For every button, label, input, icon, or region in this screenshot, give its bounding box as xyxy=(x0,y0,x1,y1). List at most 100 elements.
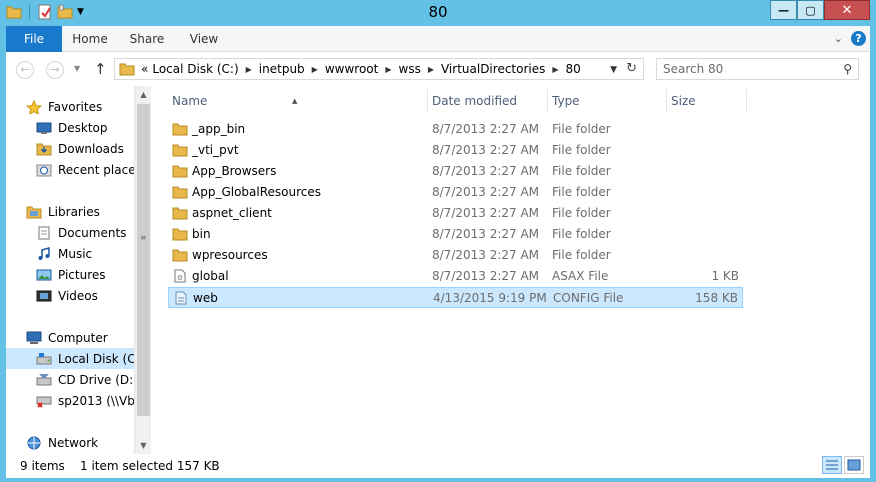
breadcrumb-arrow-icon[interactable]: ▶ xyxy=(385,65,391,74)
nav-item-local-disk-c[interactable]: Local Disk (C:) xyxy=(6,348,134,369)
large-icons-view-button[interactable] xyxy=(844,456,864,474)
file-name: aspnet_client xyxy=(192,206,272,220)
details-view-button[interactable] xyxy=(822,456,842,474)
back-button[interactable]: ← xyxy=(16,61,34,79)
file-row[interactable]: _vti_pvt 8/7/2013 2:27 AM File folder xyxy=(168,140,743,161)
maximize-button[interactable]: ▢ xyxy=(797,0,824,20)
window-title: 80 xyxy=(428,3,448,21)
column-header-name[interactable]: Name ▲ xyxy=(168,89,428,113)
scrollbar-grip-icon: ≡ xyxy=(140,233,147,242)
status-item-count: 9 items xyxy=(20,459,65,473)
search-icon[interactable]: ⚲ xyxy=(843,59,852,79)
svg-text:⚙: ⚙ xyxy=(177,274,183,282)
details-view-icon xyxy=(826,460,838,470)
file-row[interactable]: bin 8/7/2013 2:27 AM File folder xyxy=(168,224,743,245)
breadcrumb-arrow-icon[interactable]: ▶ xyxy=(246,65,252,74)
nav-item-videos[interactable]: Videos xyxy=(6,285,98,306)
file-row[interactable]: web 4/13/2015 9:19 PM CONFIG File 158 KB xyxy=(168,287,743,308)
nav-item-computer[interactable]: Computer xyxy=(6,327,108,348)
nav-item-label: Libraries xyxy=(48,204,100,219)
music-icon xyxy=(38,246,50,260)
tab-share[interactable]: Share xyxy=(118,26,176,52)
scroll-down-icon[interactable]: ▼ xyxy=(135,437,152,454)
status-bar: 9 items 1 item selected 157 KB xyxy=(6,454,870,478)
network-icon xyxy=(27,436,41,449)
column-header-size[interactable]: Size xyxy=(667,89,747,113)
search-placeholder: Search 80 xyxy=(663,62,724,76)
file-date: 4/13/2015 9:19 PM xyxy=(433,291,547,305)
breadcrumb-arrow-icon[interactable]: ▶ xyxy=(428,65,434,74)
file-row[interactable]: aspnet_client 8/7/2013 2:27 AM File folder xyxy=(168,203,743,224)
breadcrumb-local-disk[interactable]: Local Disk (C:) xyxy=(152,62,238,76)
address-overflow[interactable]: « xyxy=(141,62,148,76)
documents-icon xyxy=(38,226,50,239)
breadcrumb-arrow-icon[interactable]: ▶ xyxy=(552,65,558,74)
large-icons-view-icon xyxy=(847,459,861,471)
nav-item-music[interactable]: Music xyxy=(6,243,92,264)
file-list: Name ▲ Date modified Type Size _app_bin 8… xyxy=(168,86,748,454)
column-header-type[interactable]: Type xyxy=(548,89,667,113)
search-input[interactable]: Search 80 ⚲ xyxy=(656,58,859,80)
file-type: File folder xyxy=(552,227,611,241)
ribbon: File Home Share View ⌄ ? xyxy=(6,26,870,52)
nav-item-pictures[interactable]: Pictures xyxy=(6,264,106,285)
file-row[interactable]: ⚙ global 8/7/2013 2:27 AM ASAX File 1 KB xyxy=(168,266,743,287)
close-button[interactable]: ✕ xyxy=(824,0,870,20)
file-row[interactable]: App_GlobalResources 8/7/2013 2:27 AM File … xyxy=(168,182,743,203)
breadcrumb-inetpub[interactable]: inetpub xyxy=(259,62,305,76)
up-button[interactable]: ↑ xyxy=(94,60,107,78)
breadcrumb-arrow-icon[interactable]: ▶ xyxy=(312,65,318,74)
forward-button[interactable]: → xyxy=(46,61,64,79)
nav-item-network[interactable]: Network xyxy=(6,432,98,453)
tab-file[interactable]: File xyxy=(6,26,62,52)
breadcrumb-80[interactable]: 80 xyxy=(566,62,581,76)
nav-item-recent-places[interactable]: Recent places xyxy=(6,159,134,180)
nav-item-label: Music xyxy=(58,246,93,261)
folder-icon xyxy=(172,186,188,199)
file-row[interactable]: App_Browsers 8/7/2013 2:27 AM File folder xyxy=(168,161,743,182)
address-bar[interactable]: « Local Disk (C:) ▶ inetpub ▶ wwwroot ▶ … xyxy=(114,58,644,80)
nav-item-libraries[interactable]: Libraries xyxy=(6,201,100,222)
tab-view[interactable]: View xyxy=(176,26,232,52)
nav-item-favorites[interactable]: Favorites xyxy=(6,96,102,117)
column-header-date-modified[interactable]: Date modified xyxy=(428,89,548,113)
nav-item-label: Desktop xyxy=(58,120,108,135)
breadcrumb-virtualdirectories[interactable]: VirtualDirectories xyxy=(441,62,545,76)
network-drive-icon xyxy=(36,396,52,408)
minimize-button[interactable]: — xyxy=(770,0,797,20)
breadcrumb-wss[interactable]: wss xyxy=(399,62,421,76)
file-date: 8/7/2013 2:27 AM xyxy=(432,185,540,199)
refresh-icon[interactable]: ↻ xyxy=(626,61,637,76)
expand-ribbon-icon[interactable]: ⌄ xyxy=(834,32,843,45)
nav-item-label: Favorites xyxy=(48,99,103,114)
file-type: File folder xyxy=(552,122,611,136)
help-icon[interactable]: ? xyxy=(851,31,866,46)
recent-locations-icon[interactable]: ▼ xyxy=(74,64,80,73)
star-icon xyxy=(26,99,42,114)
nav-item-downloads[interactable]: Downloads xyxy=(6,138,124,159)
nav-item-documents[interactable]: Documents xyxy=(6,222,126,243)
file-date: 8/7/2013 2:27 AM xyxy=(432,248,540,262)
file-name: web xyxy=(193,291,218,305)
tab-home[interactable]: Home xyxy=(62,26,118,52)
file-date: 8/7/2013 2:27 AM xyxy=(432,164,540,178)
file-date: 8/7/2013 2:27 AM xyxy=(432,122,540,136)
file-name: _app_bin xyxy=(192,122,246,136)
local-disk-icon xyxy=(36,352,52,364)
scroll-up-icon[interactable]: ▲ xyxy=(135,86,152,103)
file-type: File folder xyxy=(552,248,611,262)
nav-item-sp2013-vbox[interactable]: sp2013 (\\Vbox xyxy=(6,390,134,411)
nav-item-desktop[interactable]: Desktop xyxy=(6,117,108,138)
breadcrumb-wwwroot[interactable]: wwwroot xyxy=(325,62,379,76)
file-type: File folder xyxy=(552,164,611,178)
file-row[interactable]: wpresources 8/7/2013 2:27 AM File folder xyxy=(168,245,743,266)
address-history-icon[interactable]: ▼ xyxy=(610,65,617,75)
file-name: _vti_pvt xyxy=(192,143,239,157)
cd-drive-icon xyxy=(36,373,52,385)
file-type: File folder xyxy=(552,185,611,199)
nav-item-cd-drive-d-v[interactable]: CD Drive (D:) V xyxy=(6,369,134,390)
navigation-scrollbar[interactable]: ▲ ≡ ▼ xyxy=(134,86,151,454)
status-selection: 1 item selected 157 KB xyxy=(80,459,220,473)
file-row[interactable]: _app_bin 8/7/2013 2:27 AM File folder xyxy=(168,119,743,140)
scrollbar-thumb[interactable] xyxy=(137,104,150,416)
